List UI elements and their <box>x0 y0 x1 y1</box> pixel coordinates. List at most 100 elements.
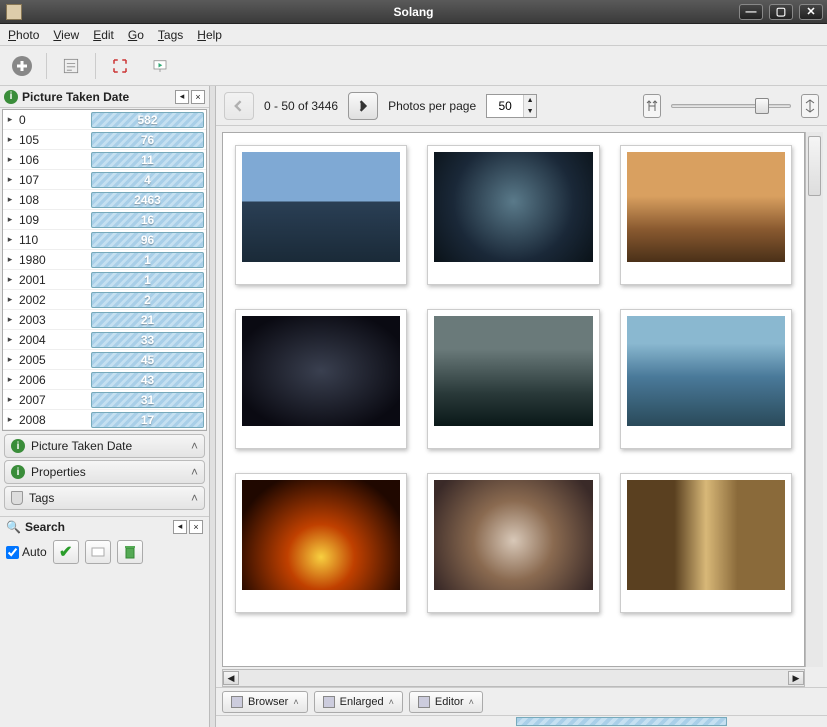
content-area: 0 - 50 of 3446 Photos per page ▲ ▼ <box>216 86 827 727</box>
menu-edit[interactable]: Edit <box>93 28 114 42</box>
tree-row[interactable]: ▸1074 <box>3 170 206 190</box>
thumbnail[interactable] <box>235 473 407 613</box>
minimize-button[interactable]: — <box>739 4 763 20</box>
tree-row[interactable]: ▸20022 <box>3 290 206 310</box>
spin-up-button[interactable]: ▲ <box>524 95 536 106</box>
auto-checkbox[interactable]: Auto <box>6 545 47 559</box>
slider-track <box>671 104 791 108</box>
per-page-input[interactable] <box>487 99 523 113</box>
search-collapse-left-button[interactable]: ◂ <box>173 520 187 534</box>
menu-view[interactable]: View <box>53 28 79 42</box>
expand-icon[interactable]: ▸ <box>3 254 17 265</box>
vertical-scrollbar[interactable] <box>805 132 823 667</box>
expand-icon[interactable]: ▸ <box>3 334 17 345</box>
expand-icon[interactable]: ▸ <box>3 154 17 165</box>
expand-icon[interactable]: ▸ <box>3 354 17 365</box>
menu-tags[interactable]: Tags <box>158 28 183 42</box>
zoom-in-button[interactable] <box>801 94 819 118</box>
separator <box>95 53 96 79</box>
thumbnail[interactable] <box>620 473 792 613</box>
expand-icon[interactable]: ▸ <box>3 114 17 125</box>
tab-enlarged[interactable]: Enlarged˄ <box>314 691 403 713</box>
expand-icon[interactable]: ▸ <box>3 374 17 385</box>
tree-count: 4 <box>91 172 204 188</box>
tree-key: 2006 <box>17 373 91 387</box>
delete-search-button[interactable] <box>117 540 143 564</box>
fullscreen-button[interactable] <box>104 51 136 81</box>
slideshow-button[interactable] <box>144 51 176 81</box>
thumbnail[interactable] <box>235 145 407 285</box>
thumbnail[interactable] <box>620 145 792 285</box>
close-button[interactable]: ✕ <box>799 4 823 20</box>
tree-row[interactable]: ▸10916 <box>3 210 206 230</box>
next-page-button[interactable] <box>348 92 378 120</box>
edit-icon <box>418 696 430 708</box>
tree-row[interactable]: ▸10611 <box>3 150 206 170</box>
tree-row[interactable]: ▸200643 <box>3 370 206 390</box>
expand-icon[interactable]: ▸ <box>3 314 17 325</box>
tree-row[interactable]: ▸1082463 <box>3 190 206 210</box>
expand-icon[interactable]: ▸ <box>3 414 17 425</box>
prev-page-button[interactable] <box>224 92 254 120</box>
zoom-slider[interactable] <box>671 96 791 116</box>
tree-row[interactable]: ▸11096 <box>3 230 206 250</box>
thumbnail[interactable] <box>235 309 407 449</box>
tree-row[interactable]: ▸10576 <box>3 130 206 150</box>
tree-count: 2463 <box>91 192 204 208</box>
expand-icon[interactable]: ▸ <box>3 214 17 225</box>
titlebar: Solang — ▢ ✕ <box>0 0 827 24</box>
expander-properties[interactable]: iProperties˄ <box>4 460 205 484</box>
sidebar-close-button[interactable]: × <box>191 90 205 104</box>
sidebar-collapse-left-button[interactable]: ◂ <box>175 90 189 104</box>
add-button[interactable] <box>6 51 38 81</box>
scroll-left-button[interactable]: ◀ <box>223 671 239 685</box>
expand-icon[interactable]: ▸ <box>3 294 17 305</box>
tree-row[interactable]: ▸0582 <box>3 110 206 130</box>
clear-search-button[interactable] <box>85 540 111 564</box>
tree-row[interactable]: ▸200817 <box>3 410 206 430</box>
menu-photo[interactable]: Photo <box>8 28 39 42</box>
zoom-out-button[interactable] <box>643 94 661 118</box>
menu-help[interactable]: Help <box>197 28 222 42</box>
tree-row[interactable]: ▸200321 <box>3 310 206 330</box>
apply-search-button[interactable]: ✔ <box>53 540 79 564</box>
expand-icon[interactable]: ▸ <box>3 394 17 405</box>
arrow-left-icon <box>231 98 247 114</box>
tag-icon <box>11 491 23 505</box>
scroll-right-button[interactable]: ▶ <box>788 671 804 685</box>
thumbnail-grid[interactable] <box>222 132 805 667</box>
thumbnail[interactable] <box>620 309 792 449</box>
tree-row[interactable]: ▸200433 <box>3 330 206 350</box>
date-tree[interactable]: ▸0582▸10576▸10611▸1074▸1082463▸10916▸110… <box>2 109 207 431</box>
thumbnail[interactable] <box>427 473 599 613</box>
expand-icon[interactable]: ▸ <box>3 274 17 285</box>
tree-row[interactable]: ▸19801 <box>3 250 206 270</box>
tree-key: 107 <box>17 173 91 187</box>
expand-icon[interactable]: ▸ <box>3 194 17 205</box>
menu-go[interactable]: Go <box>128 28 144 42</box>
tree-row[interactable]: ▸200545 <box>3 350 206 370</box>
per-page-spinner[interactable]: ▲ ▼ <box>486 94 537 118</box>
horizontal-scrollbar[interactable]: ◀ ▶ <box>222 669 805 687</box>
slider-thumb[interactable] <box>755 98 769 114</box>
scrollbar-thumb[interactable] <box>808 136 821 196</box>
maximize-button[interactable]: ▢ <box>769 4 793 20</box>
expand-icon[interactable]: ▸ <box>3 174 17 185</box>
search-close-button[interactable]: × <box>189 520 203 534</box>
thumbnail[interactable] <box>427 145 599 285</box>
thumbnail-image <box>627 316 785 426</box>
spin-down-button[interactable]: ▼ <box>524 106 536 117</box>
expander-tags[interactable]: Tags˄ <box>4 486 205 510</box>
expander-picture-taken-date[interactable]: iPicture Taken Date˄ <box>4 434 205 458</box>
tree-row[interactable]: ▸20011 <box>3 270 206 290</box>
tab-browser[interactable]: Browser˄ <box>222 691 308 713</box>
tree-row[interactable]: ▸200731 <box>3 390 206 410</box>
auto-checkbox-input[interactable] <box>6 546 19 559</box>
expand-icon[interactable]: ▸ <box>3 134 17 145</box>
thumbnail[interactable] <box>427 309 599 449</box>
plus-circle-icon <box>10 54 34 78</box>
tab-editor[interactable]: Editor˄ <box>409 691 483 713</box>
tree-count: 45 <box>91 352 204 368</box>
edit-tag-button[interactable] <box>55 51 87 81</box>
expand-icon[interactable]: ▸ <box>3 234 17 245</box>
